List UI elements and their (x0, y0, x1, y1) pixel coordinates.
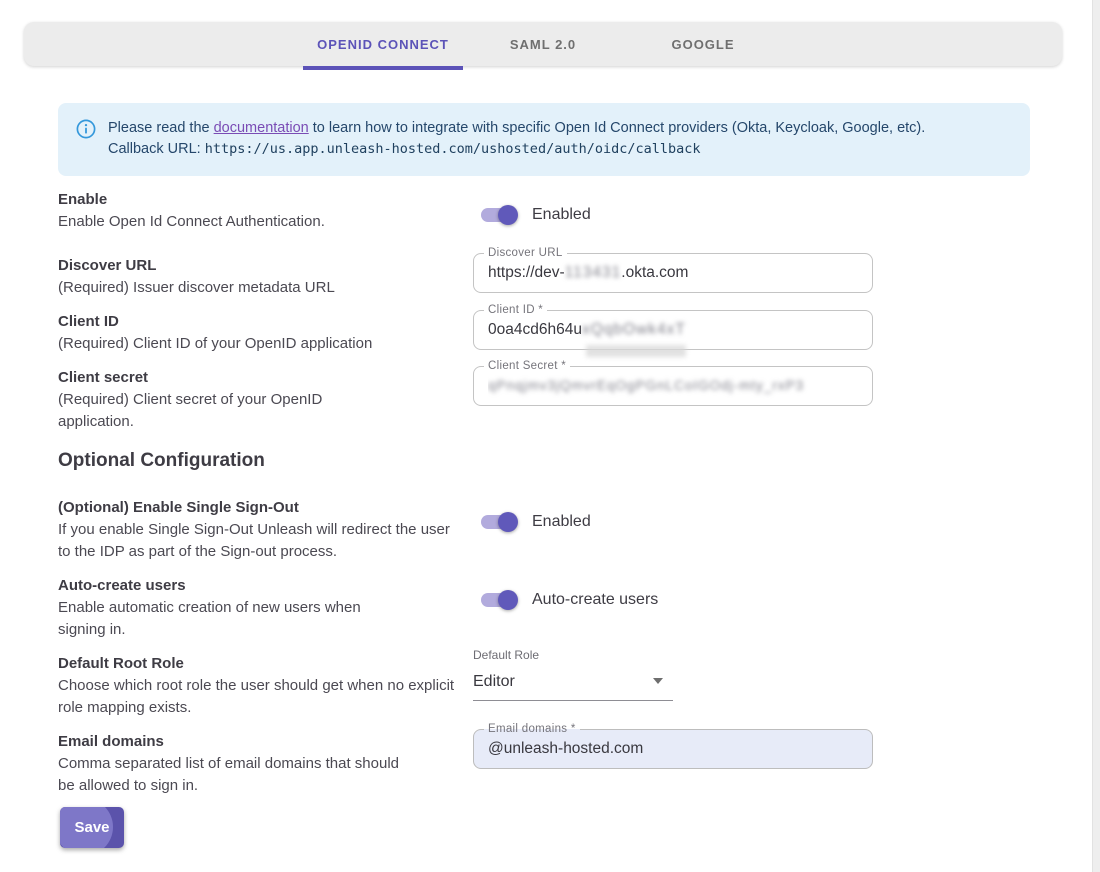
client-secret-description-block: Client secret (Required) Client secret o… (58, 367, 460, 433)
auto-create-description-block: Auto-create users Enable automatic creat… (58, 575, 460, 641)
tab-label: OPENID CONNECT (317, 37, 449, 52)
toggle-thumb (498, 512, 518, 532)
sso-provider-tabbar: OPENID CONNECT SAML 2.0 GOOGLE (24, 22, 1062, 66)
email-domains-field[interactable]: Email domains * @unleash-hosted.com (473, 729, 873, 769)
enable-toggle-row: Enabled (478, 203, 591, 227)
auto-create-toggle-row: Auto-create users (478, 588, 658, 612)
discover-url-value: https://dev-113431.okta.com (488, 254, 862, 292)
redacted-text: qPnqjmv3jQmvrEqOgPGnLCoIGOdj-mty_rxP3 (488, 378, 804, 393)
sso-title: (Optional) Enable Single Sign-Out (58, 497, 460, 519)
default-role-description-block: Default Root Role Choose which root role… (58, 653, 460, 719)
tab-openid-connect[interactable]: OPENID CONNECT (303, 22, 463, 66)
client-id-value: 0oa4cd6h64uxQqbOwk4xT (488, 311, 862, 349)
documentation-link[interactable]: documentation (214, 120, 309, 136)
enable-description: Enable Open Id Connect Authentication. (58, 211, 460, 233)
save-button-label: Save (74, 819, 109, 836)
auto-create-title: Auto-create users (58, 575, 460, 597)
toggle-thumb (498, 205, 518, 225)
info-icon (76, 118, 96, 160)
auto-create-toggle-label: Auto-create users (532, 591, 658, 609)
redacted-text: xQqbOwk4xT (582, 321, 686, 338)
discover-url-field[interactable]: Discover URL https://dev-113431.okta.com (473, 253, 873, 293)
optional-configuration-heading: Optional Configuration (58, 450, 265, 472)
tab-label: SAML 2.0 (510, 37, 576, 52)
client-secret-field[interactable]: Client Secret * qPnqjmv3jQmvrEqOgPGnLCoI… (473, 366, 873, 406)
email-domains-description-block: Email domains Comma separated list of em… (58, 731, 460, 797)
banner-text-before: Please read the (108, 120, 214, 136)
email-domains-value: @unleash-hosted.com (488, 730, 862, 768)
chevron-down-icon (653, 678, 663, 684)
discover-url-description-block: Discover URL (Required) Issuer discover … (58, 255, 460, 299)
discover-url-title: Discover URL (58, 255, 460, 277)
callback-url: https://us.app.unleash-hosted.com/ushost… (205, 141, 701, 157)
scrollbar[interactable] (1092, 0, 1100, 872)
client-id-field[interactable]: Client ID * 0oa4cd6h64uxQqbOwk4xT (473, 310, 873, 350)
active-tab-indicator (303, 66, 463, 70)
auto-create-users-toggle[interactable] (478, 588, 518, 612)
client-id-title: Client ID (58, 311, 460, 333)
toggle-thumb (498, 590, 518, 610)
sso-toggle-row: Enabled (478, 510, 591, 534)
single-sign-out-toggle[interactable] (478, 510, 518, 534)
redaction-artifact (586, 345, 686, 357)
default-role-title: Default Root Role (58, 653, 460, 675)
enable-toggle[interactable] (478, 203, 518, 227)
enable-description-block: Enable Enable Open Id Connect Authentica… (58, 189, 460, 233)
info-banner-text: Please read the documentation to learn h… (108, 118, 925, 160)
save-button[interactable]: Save (60, 807, 124, 848)
sso-toggle-label: Enabled (532, 513, 591, 531)
email-domains-description: Comma separated list of email domains th… (58, 753, 403, 797)
sso-description: If you enable Single Sign-Out Unleash wi… (58, 519, 460, 563)
client-id-description-block: Client ID (Required) Client ID of your O… (58, 311, 460, 355)
enable-title: Enable (58, 189, 460, 211)
enable-toggle-label: Enabled (532, 206, 591, 224)
email-domains-title: Email domains (58, 731, 460, 753)
default-role-select-label: Default Role (473, 648, 673, 662)
client-secret-description: (Required) Client secret of your OpenID … (58, 389, 358, 433)
tab-label: GOOGLE (671, 37, 734, 52)
callback-url-label: Callback URL: (108, 141, 205, 157)
default-role-select[interactable]: Default Role Editor (473, 648, 673, 701)
auto-create-description: Enable automatic creation of new users w… (58, 597, 398, 641)
client-id-description: (Required) Client ID of your OpenID appl… (58, 333, 460, 355)
info-banner: Please read the documentation to learn h… (58, 103, 1030, 176)
discover-url-description: (Required) Issuer discover metadata URL (58, 277, 460, 299)
tab-saml-2-0[interactable]: SAML 2.0 (463, 22, 623, 66)
client-secret-value: qPnqjmv3jQmvrEqOgPGnLCoIGOdj-mty_rxP3 (488, 367, 862, 405)
default-role-selected-value: Editor (473, 670, 673, 694)
redacted-text: 113431 (565, 264, 622, 281)
sso-description-block: (Optional) Enable Single Sign-Out If you… (58, 497, 460, 563)
banner-text-after: to learn how to integrate with specific … (309, 120, 926, 136)
select-underline (473, 700, 673, 701)
default-role-description: Choose which root role the user should g… (58, 675, 460, 719)
tab-google[interactable]: GOOGLE (623, 22, 783, 66)
client-secret-title: Client secret (58, 367, 460, 389)
